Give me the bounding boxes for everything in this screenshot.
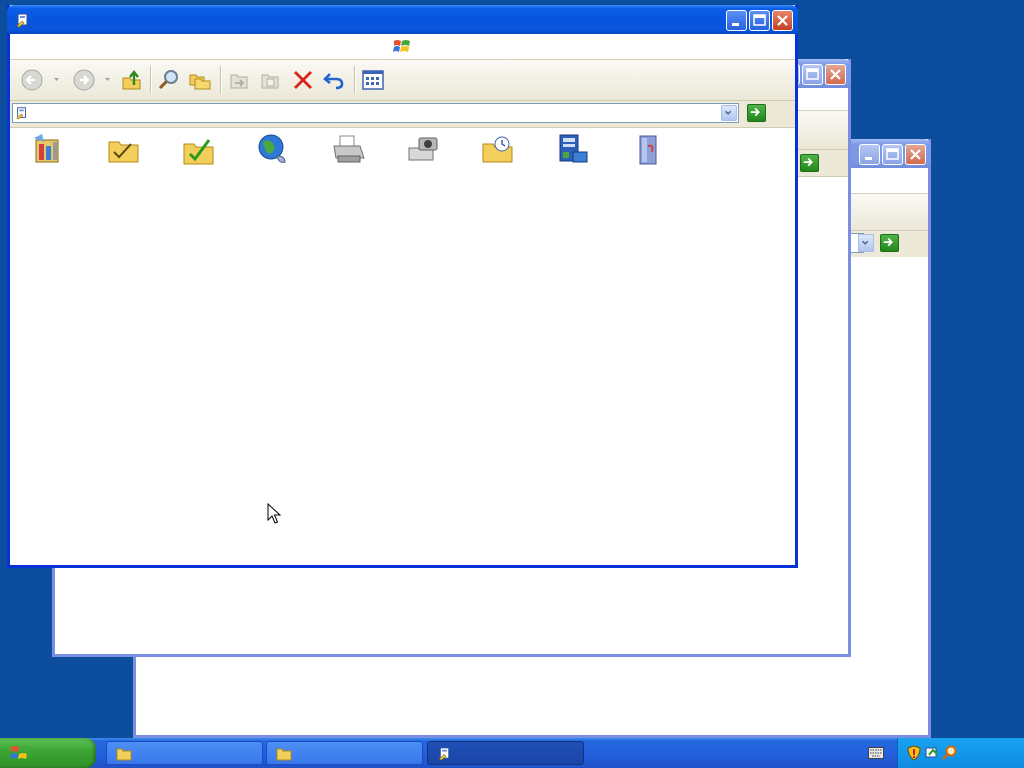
maximize-button[interactable]	[749, 10, 770, 31]
minimize-button[interactable]	[726, 10, 747, 31]
arrow-right-icon	[803, 157, 813, 167]
close-icon	[830, 69, 841, 80]
back-icon	[21, 69, 43, 91]
delete-button[interactable]	[291, 69, 315, 91]
address-input[interactable]	[12, 103, 739, 123]
menu-bar	[10, 34, 795, 60]
folder-icon	[116, 748, 132, 761]
window-front-titlebar[interactable]	[7, 5, 798, 34]
go-button[interactable]	[800, 154, 819, 172]
taskbar	[0, 738, 1024, 768]
taskbar-button-2[interactable]	[266, 741, 423, 765]
window-icon	[16, 107, 26, 120]
maximize-icon	[753, 14, 766, 26]
printer-icon[interactable]	[330, 132, 366, 168]
move-to-button[interactable]	[227, 69, 251, 91]
search-icon	[158, 70, 178, 90]
go-button[interactable]	[747, 104, 766, 122]
address-dropdown-button[interactable]	[858, 234, 874, 252]
views-button[interactable]	[361, 69, 385, 91]
address-bar	[10, 101, 795, 128]
close-button[interactable]	[772, 10, 793, 31]
copy-to-icon	[261, 74, 279, 89]
back-button[interactable]	[20, 69, 44, 91]
undo-button[interactable]	[322, 69, 346, 91]
security-shield-icon[interactable]	[906, 745, 922, 761]
search-button[interactable]	[157, 69, 181, 91]
close-icon	[777, 15, 788, 26]
windows-logo-icon	[393, 40, 410, 52]
maximize-icon	[806, 68, 819, 80]
chevron-down-icon	[862, 240, 869, 245]
window-icon	[438, 747, 450, 761]
close-button[interactable]	[825, 64, 846, 85]
chevron-down-icon	[54, 78, 59, 81]
maximize-button[interactable]	[802, 64, 823, 85]
network-icon[interactable]	[255, 132, 291, 168]
system-icon[interactable]	[555, 132, 591, 168]
chevron-down-icon	[105, 78, 110, 81]
system-tray	[897, 738, 1024, 768]
delete-icon	[294, 71, 312, 89]
copy-to-button[interactable]	[258, 69, 282, 91]
folders-icon	[189, 74, 211, 90]
folder-icon	[276, 748, 292, 761]
control-panel-icon[interactable]	[30, 132, 66, 168]
network-status-icon[interactable]	[924, 745, 940, 761]
chevron-down-icon	[725, 110, 732, 115]
move-to-icon	[230, 74, 248, 89]
undo-icon	[323, 73, 344, 90]
window-icon	[16, 13, 28, 28]
shared-folder-icon[interactable]	[181, 132, 217, 168]
arrow-right-icon	[883, 237, 893, 247]
recycle-icon[interactable]	[630, 132, 666, 168]
arrow-right-icon	[750, 107, 760, 117]
forward-icon	[73, 69, 95, 91]
windows-logo-icon	[10, 746, 28, 759]
up-folder-button[interactable]	[120, 69, 144, 91]
views-icon	[362, 70, 384, 90]
scanner-camera-icon[interactable]	[405, 132, 441, 168]
maximize-button[interactable]	[882, 144, 903, 165]
folders-button[interactable]	[188, 69, 212, 91]
window-front[interactable]	[7, 5, 798, 568]
address-dropdown-button[interactable]	[721, 105, 737, 121]
up-folder-icon	[122, 70, 141, 90]
recent-folder-icon[interactable]	[480, 132, 516, 168]
maximize-icon	[886, 148, 899, 160]
search-tray-icon[interactable]	[942, 745, 958, 761]
taskbar-button-1[interactable]	[106, 741, 263, 765]
minimize-button[interactable]	[859, 144, 880, 165]
folder-content[interactable]	[10, 128, 795, 565]
start-button[interactable]	[0, 738, 96, 768]
minimize-icon	[865, 157, 872, 160]
keyboard-icon[interactable]	[868, 747, 884, 759]
close-button[interactable]	[905, 144, 926, 165]
taskbar-button-3[interactable]	[427, 741, 584, 765]
mouse-cursor-icon	[267, 503, 281, 524]
my-documents-icon[interactable]	[106, 132, 142, 168]
standard-toolbar	[10, 60, 795, 101]
go-button[interactable]	[880, 234, 899, 252]
close-icon	[910, 149, 921, 160]
minimize-icon	[732, 23, 739, 26]
forward-button[interactable]	[72, 69, 96, 91]
